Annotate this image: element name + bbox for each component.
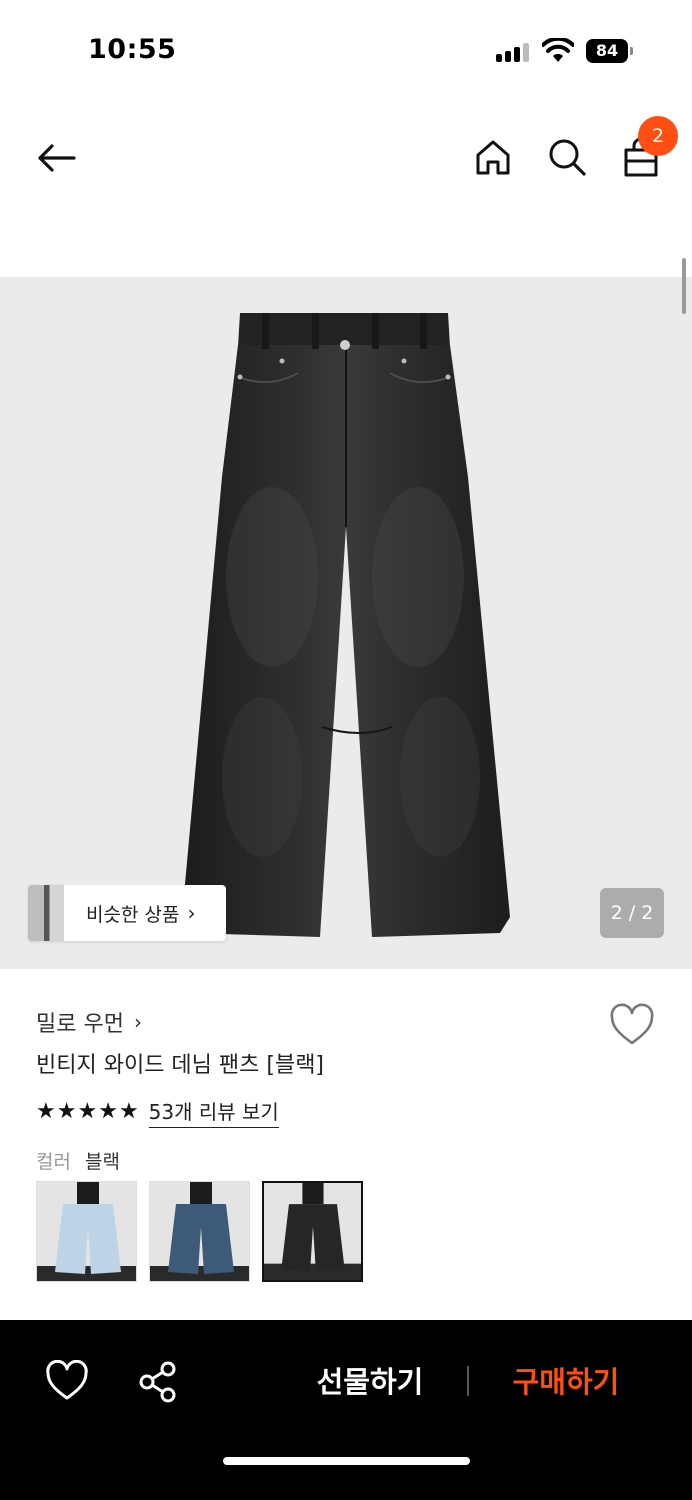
color-swatch-mid-blue[interactable] (149, 1181, 250, 1282)
similar-products-label: 비슷한 상품 (86, 903, 180, 926)
battery-cap (630, 47, 633, 55)
rating-row: ★ ★ ★ ★ ★ 53개 리뷰 보기 (36, 1096, 279, 1128)
home-button[interactable] (470, 134, 516, 180)
page-scrollbar[interactable] (682, 258, 686, 314)
product-title: 빈티지 와이드 데님 팬츠 [블랙] (36, 1053, 325, 1078)
heart-icon[interactable] (44, 1360, 90, 1402)
chevron-right-icon: › (187, 901, 196, 925)
share-icon[interactable] (136, 1360, 180, 1404)
status-bar: 10:55 84 (0, 0, 692, 100)
product-image[interactable] (0, 277, 692, 969)
buy-button[interactable]: 구매하기 (496, 1360, 636, 1404)
cellular-signal-icon (496, 42, 532, 62)
color-swatch-light-blue[interactable] (36, 1181, 137, 1282)
light-blue-jeans-thumbnail (37, 1182, 136, 1281)
home-icon (476, 140, 510, 175)
image-page-counter: 2 / 2 (600, 888, 664, 938)
star-icon: ★ (56, 1099, 77, 1124)
color-swatch-black[interactable] (262, 1181, 363, 1282)
divider (467, 1366, 469, 1396)
color-row: 컬러 블랙 (36, 1147, 120, 1174)
battery-icon: 84 (586, 39, 628, 63)
brand-link[interactable]: 밀로 우먼 › (36, 1006, 142, 1038)
reviews-link[interactable]: 53개 리뷰 보기 (148, 1096, 279, 1128)
search-icon (549, 139, 586, 176)
star-icon: ★ (98, 1099, 118, 1124)
wifi-icon (542, 38, 574, 62)
selected-color-value: 블랙 (84, 1151, 120, 1173)
gift-button[interactable]: 선물하기 (300, 1360, 440, 1404)
chevron-right-icon: › (133, 1010, 142, 1034)
black-denim-pants-illustration (182, 313, 510, 937)
star-icon: ★ (36, 1099, 56, 1124)
similar-product-thumbnail (28, 885, 64, 941)
color-swatch-list (36, 1181, 363, 1282)
arrow-left-icon (38, 144, 76, 172)
black-jeans-thumbnail (264, 1183, 361, 1280)
color-label: 컬러 (36, 1151, 71, 1173)
status-time: 10:55 (88, 34, 177, 65)
back-button[interactable] (30, 136, 82, 180)
star-icon: ★ (118, 1099, 139, 1124)
mid-blue-jeans-thumbnail (150, 1182, 249, 1281)
brand-name: 밀로 우먼 (36, 1012, 124, 1037)
cart-count-badge: 2 (638, 116, 678, 156)
wishlist-heart-icon[interactable] (608, 1003, 656, 1047)
similar-products-button[interactable]: 비슷한 상품 › (28, 885, 226, 941)
star-icon: ★ (77, 1099, 98, 1124)
top-nav (0, 110, 692, 206)
bottom-action-bar: 선물하기 구매하기 (0, 1320, 692, 1500)
home-indicator[interactable] (223, 1457, 470, 1465)
search-button[interactable] (544, 134, 590, 180)
rating-stars: ★ ★ ★ ★ ★ (36, 1098, 139, 1126)
